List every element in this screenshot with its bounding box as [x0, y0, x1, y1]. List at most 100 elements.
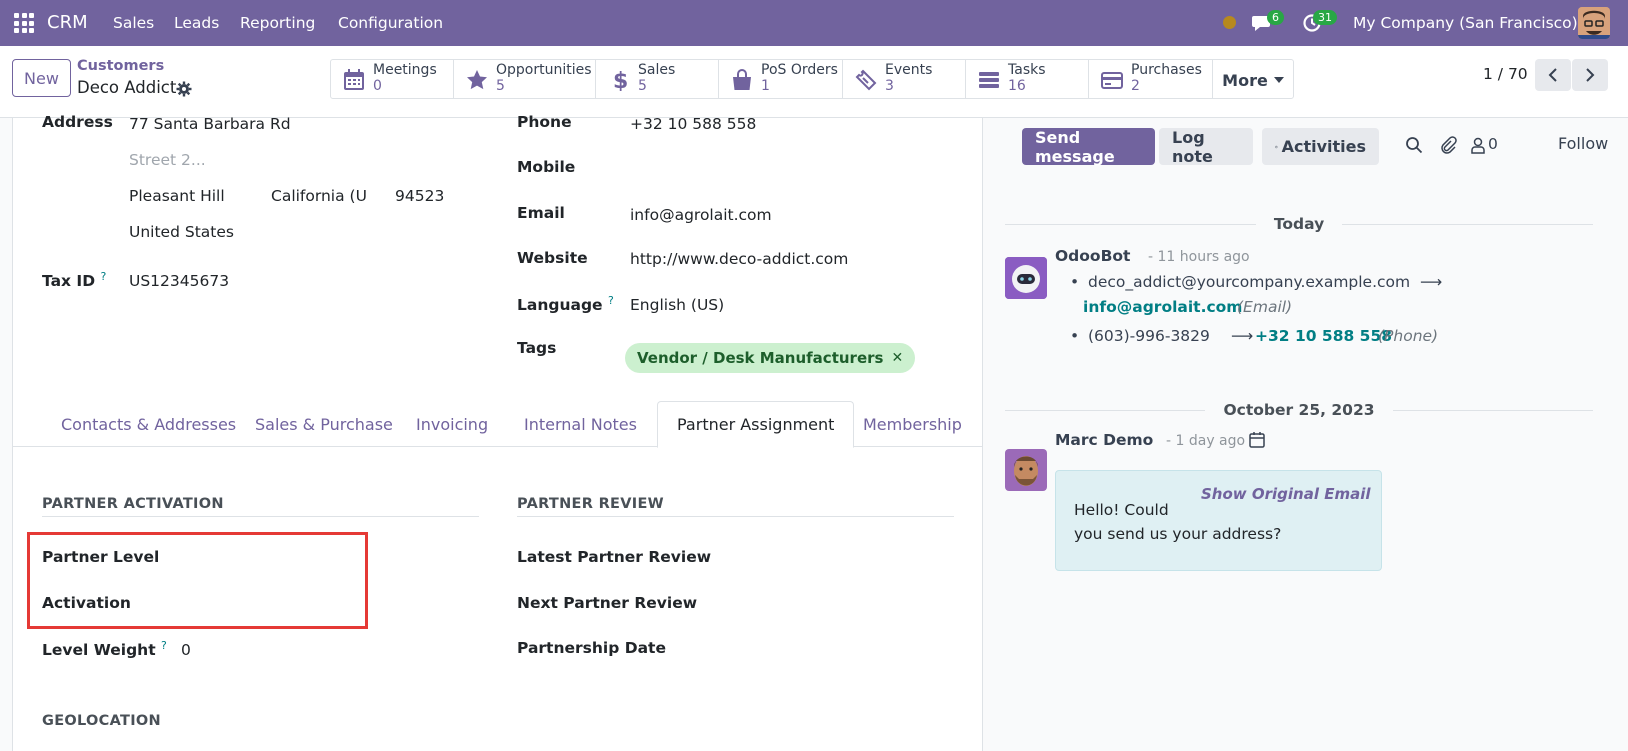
mobile-label: Mobile — [517, 158, 576, 176]
message-body-line1: Hello! Could — [1074, 501, 1169, 519]
more-button[interactable]: More — [1213, 60, 1293, 98]
chatter-panel: Send message Log note Activities 0 Follo… — [983, 118, 1628, 751]
message-time: - 1 day ago — [1166, 433, 1246, 449]
email-field[interactable]: info@agrolait.com — [630, 206, 772, 224]
menu-configuration[interactable]: Configuration — [338, 14, 443, 32]
tracking-bullet: • — [1070, 327, 1080, 345]
chevron-left-icon — [1548, 68, 1557, 82]
pager-next-button[interactable] — [1572, 59, 1608, 91]
tab-sales-purchase[interactable]: Sales & Purchase — [236, 401, 412, 447]
followers-count[interactable]: 0 — [1488, 135, 1498, 153]
tab-internal-notes[interactable]: Internal Notes — [505, 401, 656, 447]
geolocation-title: GEOLOCATION — [42, 713, 161, 729]
breadcrumb-customers[interactable]: Customers — [77, 58, 164, 74]
tags-label: Tags — [517, 339, 557, 357]
street2-field[interactable]: Street 2... — [129, 151, 206, 169]
search-icon[interactable] — [1405, 136, 1423, 154]
new-button[interactable]: New — [12, 59, 71, 97]
calendar-icon[interactable] — [1249, 431, 1265, 448]
status-dot-icon[interactable] — [1223, 16, 1236, 29]
tax-id-label: Tax ID ? — [42, 270, 107, 291]
apps-grid-icon[interactable] — [14, 13, 34, 33]
smart-buttons: Meetings 0 Opportunities 5 $ Sales 5 PoS… — [330, 59, 1294, 99]
pager-previous-button[interactable] — [1535, 59, 1571, 91]
tasks-smart-button[interactable]: Tasks 16 — [966, 60, 1089, 98]
opportunities-smart-button[interactable]: Opportunities 5 — [454, 60, 596, 98]
chat-count-badge: 6 — [1267, 10, 1284, 25]
tracking-field-phone: (Phone) — [1378, 327, 1439, 345]
menu-leads[interactable]: Leads — [174, 14, 219, 32]
tab-invoicing[interactable]: Invoicing — [397, 401, 507, 447]
clock-icon — [1275, 145, 1278, 148]
events-smart-button[interactable]: Events 3 — [843, 60, 966, 98]
pager-value[interactable]: 1 / 70 — [1483, 65, 1528, 83]
tax-id-field[interactable]: US12345673 — [129, 272, 229, 290]
shopping-bag-icon — [733, 69, 751, 90]
followers-icon[interactable] — [1469, 136, 1487, 154]
date-separator: October 25, 2023 — [1005, 400, 1594, 420]
tab-contacts-addresses[interactable]: Contacts & Addresses — [42, 401, 255, 447]
star-icon — [467, 70, 487, 90]
help-icon: ? — [161, 639, 167, 652]
remove-tag-icon[interactable]: ✕ — [891, 350, 903, 366]
menu-reporting[interactable]: Reporting — [240, 14, 315, 32]
city-field[interactable]: Pleasant Hill — [129, 187, 225, 205]
zip-field[interactable]: 94523 — [395, 187, 444, 205]
tracking-new-email[interactable]: info@agrolait.com — [1083, 298, 1242, 316]
email-label: Email — [517, 204, 565, 222]
message-author[interactable]: Marc Demo — [1055, 431, 1153, 449]
notebook-tabs: Contacts & Addresses Sales & Purchase In… — [13, 401, 982, 448]
gear-icon[interactable] — [176, 81, 192, 97]
app-name[interactable]: CRM — [47, 12, 88, 33]
log-note-button[interactable]: Log note — [1159, 128, 1253, 166]
dollar-icon: $ — [613, 69, 628, 91]
activities-button[interactable]: Activities — [1262, 128, 1379, 165]
meetings-smart-button[interactable]: Meetings 0 — [331, 60, 454, 98]
message-time: - 11 hours ago — [1148, 249, 1250, 265]
pos-orders-smart-button[interactable]: PoS Orders 1 — [719, 60, 843, 98]
tab-partner-assignment[interactable]: Partner Assignment — [657, 401, 855, 448]
partnership-date-label: Partnership Date — [517, 639, 666, 657]
phone-field[interactable]: +32 10 588 558 — [630, 115, 756, 133]
language-label: Language ? — [517, 294, 614, 315]
tracking-bullet: • — [1070, 273, 1080, 291]
website-field[interactable]: http://www.deco-addict.com — [630, 250, 848, 268]
country-field[interactable]: United States — [129, 223, 234, 241]
activity-count-badge: 31 — [1313, 10, 1337, 25]
tracking-new-phone[interactable]: +32 10 588 558 — [1255, 327, 1392, 345]
odoobot-avatar[interactable] — [1005, 257, 1047, 299]
calendar-icon — [344, 69, 364, 90]
marc-demo-avatar[interactable] — [1005, 449, 1047, 491]
sales-smart-button[interactable]: $ Sales 5 — [596, 60, 719, 98]
message-body-line2: you send us your address? — [1074, 525, 1282, 543]
message-author[interactable]: OdooBot — [1055, 247, 1130, 265]
user-avatar[interactable] — [1578, 7, 1610, 39]
follow-button[interactable]: Follow — [1558, 134, 1608, 153]
top-navbar: CRM Sales Leads Reporting Configuration … — [0, 0, 1628, 46]
company-switcher[interactable]: My Company (San Francisco) — [1353, 14, 1578, 32]
state-field[interactable]: California (US — [271, 187, 367, 205]
mobile-field[interactable] — [630, 158, 930, 178]
address-label: Address — [42, 113, 113, 131]
street-field[interactable]: 77 Santa Barbara Rd — [129, 115, 291, 133]
language-field[interactable]: English (US) — [630, 296, 724, 314]
form-sheet: Address 77 Santa Barbara Rd Street 2... … — [12, 113, 983, 751]
ticket-icon — [855, 69, 877, 91]
show-original-email-link[interactable]: Show Original Email — [1201, 485, 1370, 503]
highlight-box — [27, 532, 368, 629]
level-weight-field[interactable]: 0 — [181, 641, 191, 659]
breadcrumb-current: Deco Addict — [77, 78, 177, 97]
tracking-old-phone: (603)-996-3829 — [1088, 327, 1210, 345]
phone-label: Phone — [517, 113, 572, 131]
send-message-button[interactable]: Send message — [1022, 128, 1155, 166]
message-bubble: Show Original Email Hello! Could you sen… — [1055, 470, 1382, 571]
tracking-old-email: deco_addict@yourcompany.example.com — [1088, 273, 1411, 291]
control-panel: New Customers Deco Addict Meetings 0 Opp… — [0, 46, 1628, 118]
menu-sales[interactable]: Sales — [113, 14, 154, 32]
paperclip-icon[interactable] — [1439, 136, 1457, 154]
purchases-smart-button[interactable]: Purchases 2 — [1089, 60, 1213, 98]
caret-down-icon — [1273, 77, 1284, 83]
chevron-right-icon — [1586, 68, 1595, 82]
partner-review-title: PARTNER REVIEW — [517, 496, 664, 512]
tab-membership[interactable]: Membership — [844, 401, 981, 447]
